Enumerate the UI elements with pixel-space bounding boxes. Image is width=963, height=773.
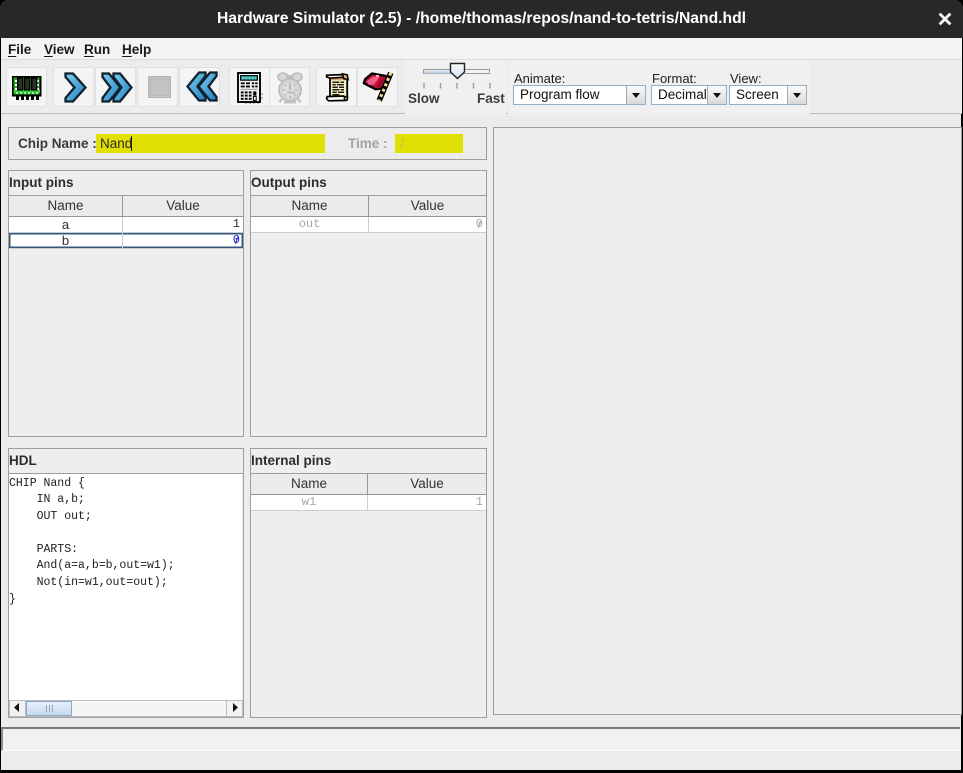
- svg-text:Fast: Fast: [477, 91, 505, 106]
- svg-text:Slow: Slow: [408, 91, 440, 106]
